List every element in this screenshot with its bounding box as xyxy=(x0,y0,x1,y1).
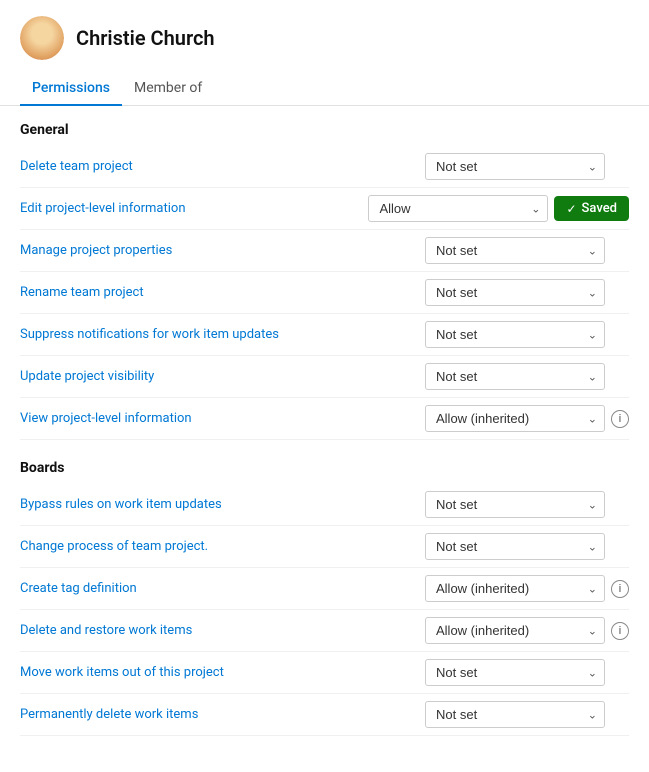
avatar xyxy=(20,16,64,60)
user-name: Christie Church xyxy=(76,26,215,50)
permission-label-manage-project-props[interactable]: Manage project properties xyxy=(20,243,417,258)
row-right: Not set Allow Deny Allow (inherited) ⌄ xyxy=(425,533,629,560)
permission-row-suppress-notifications: Suppress notifications for work item upd… xyxy=(20,314,629,356)
section-boards-title: Boards xyxy=(20,460,629,476)
row-right: Not set Allow Deny Allow (inherited) ⌄ xyxy=(425,363,629,390)
permission-label-view-project-level[interactable]: View project-level information xyxy=(20,411,417,426)
permission-label-permanently-delete[interactable]: Permanently delete work items xyxy=(20,707,417,722)
row-right: Not set Allow Deny Allow (inherited) ⌄ xyxy=(425,321,629,348)
info-placeholder xyxy=(611,242,629,260)
select-suppress-notifications[interactable]: Not set Allow Deny Allow (inherited) xyxy=(425,321,605,348)
info-placeholder xyxy=(611,496,629,514)
permission-label-move-work-items[interactable]: Move work items out of this project xyxy=(20,665,417,680)
permission-row-change-process: Change process of team project. Not set … xyxy=(20,526,629,568)
select-update-project-visibility[interactable]: Not set Allow Deny Allow (inherited) xyxy=(425,363,605,390)
saved-badge: ✓ Saved xyxy=(554,196,629,221)
tab-member-of[interactable]: Member of xyxy=(122,72,214,106)
row-right: Not set Allow Deny Allow (inherited) ⌄ xyxy=(425,701,629,728)
check-icon: ✓ xyxy=(566,202,576,216)
select-wrapper: Not set Allow Deny Allow (inherited) ⌄ xyxy=(425,237,605,264)
permission-label-change-process[interactable]: Change process of team project. xyxy=(20,539,417,554)
row-right: Not set Allow Deny Allow (inherited) ⌄ xyxy=(425,153,629,180)
info-placeholder xyxy=(611,368,629,386)
select-edit-project-level[interactable]: Not set Allow Deny Allow (inherited) xyxy=(368,195,548,222)
permission-label-create-tag[interactable]: Create tag definition xyxy=(20,581,417,596)
info-placeholder xyxy=(611,284,629,302)
main-content: General Delete team project Not set Allo… xyxy=(0,106,649,772)
permission-row-manage-project-props: Manage project properties Not set Allow … xyxy=(20,230,629,272)
select-wrapper: Not set Allow Deny Allow (inherited) ⌄ xyxy=(425,153,605,180)
permission-row-bypass-rules: Bypass rules on work item updates Not se… xyxy=(20,484,629,526)
permission-label-edit-project-level[interactable]: Edit project-level information xyxy=(20,201,360,216)
permission-row-permanently-delete: Permanently delete work items Not set Al… xyxy=(20,694,629,736)
section-general: General Delete team project Not set Allo… xyxy=(20,122,629,440)
row-right: Not set Allow Deny Allow (inherited) ⌄ i xyxy=(425,575,629,602)
section-general-title: General xyxy=(20,122,629,138)
select-change-process[interactable]: Not set Allow Deny Allow (inherited) xyxy=(425,533,605,560)
info-placeholder xyxy=(611,706,629,724)
select-wrapper: Not set Allow Deny Allow (inherited) ⌄ xyxy=(425,617,605,644)
row-right: Not set Allow Deny Allow (inherited) ⌄ i xyxy=(425,617,629,644)
info-icon[interactable]: i xyxy=(611,622,629,640)
select-delete-team-project[interactable]: Not set Allow Deny Allow (inherited) xyxy=(425,153,605,180)
permission-label-rename-team-project[interactable]: Rename team project xyxy=(20,285,417,300)
permission-row-view-project-level: View project-level information Not set A… xyxy=(20,398,629,440)
select-wrapper: Not set Allow Deny Allow (inherited) ⌄ xyxy=(425,363,605,390)
select-create-tag[interactable]: Not set Allow Deny Allow (inherited) xyxy=(425,575,605,602)
info-placeholder xyxy=(611,326,629,344)
select-delete-restore[interactable]: Not set Allow Deny Allow (inherited) xyxy=(425,617,605,644)
row-right: Not set Allow Deny Allow (inherited) ⌄ xyxy=(425,659,629,686)
select-wrapper: Not set Allow Deny Allow (inherited) ⌄ xyxy=(368,195,548,222)
permission-label-update-project-visibility[interactable]: Update project visibility xyxy=(20,369,417,384)
select-view-project-level[interactable]: Not set Allow Deny Allow (inherited) xyxy=(425,405,605,432)
select-move-work-items[interactable]: Not set Allow Deny Allow (inherited) xyxy=(425,659,605,686)
select-wrapper: Not set Allow Deny Allow (inherited) ⌄ xyxy=(425,279,605,306)
select-wrapper: Not set Allow Deny Allow (inherited) ⌄ xyxy=(425,321,605,348)
select-permanently-delete[interactable]: Not set Allow Deny Allow (inherited) xyxy=(425,701,605,728)
permission-label-suppress-notifications[interactable]: Suppress notifications for work item upd… xyxy=(20,327,417,342)
info-icon[interactable]: i xyxy=(611,410,629,428)
info-icon[interactable]: i xyxy=(611,580,629,598)
permission-row-edit-project-level: Edit project-level information Not set A… xyxy=(20,188,629,230)
tab-permissions[interactable]: Permissions xyxy=(20,72,122,106)
select-wrapper: Not set Allow Deny Allow (inherited) ⌄ xyxy=(425,405,605,432)
info-placeholder xyxy=(611,664,629,682)
permission-row-move-work-items: Move work items out of this project Not … xyxy=(20,652,629,694)
permission-label-delete-restore[interactable]: Delete and restore work items xyxy=(20,623,417,638)
permission-label-delete-team-project[interactable]: Delete team project xyxy=(20,159,417,174)
permission-row-create-tag: Create tag definition Not set Allow Deny… xyxy=(20,568,629,610)
row-right: Not set Allow Deny Allow (inherited) ⌄ xyxy=(425,279,629,306)
select-manage-project-props[interactable]: Not set Allow Deny Allow (inherited) xyxy=(425,237,605,264)
row-right: Not set Allow Deny Allow (inherited) ⌄ xyxy=(425,491,629,518)
permission-label-bypass-rules[interactable]: Bypass rules on work item updates xyxy=(20,497,417,512)
select-wrapper: Not set Allow Deny Allow (inherited) ⌄ xyxy=(425,491,605,518)
info-placeholder xyxy=(611,158,629,176)
info-placeholder xyxy=(611,538,629,556)
select-wrapper: Not set Allow Deny Allow (inherited) ⌄ xyxy=(425,533,605,560)
select-wrapper: Not set Allow Deny Allow (inherited) ⌄ xyxy=(425,575,605,602)
page-header: Christie Church xyxy=(0,0,649,60)
saved-label: Saved xyxy=(582,201,617,216)
row-right: Not set Allow Deny Allow (inherited) ⌄ ✓… xyxy=(368,195,629,222)
row-right: Not set Allow Deny Allow (inherited) ⌄ xyxy=(425,237,629,264)
select-wrapper: Not set Allow Deny Allow (inherited) ⌄ xyxy=(425,701,605,728)
select-wrapper: Not set Allow Deny Allow (inherited) ⌄ xyxy=(425,659,605,686)
permission-row-delete-team-project: Delete team project Not set Allow Deny A… xyxy=(20,146,629,188)
select-bypass-rules[interactable]: Not set Allow Deny Allow (inherited) xyxy=(425,491,605,518)
permission-row-rename-team-project: Rename team project Not set Allow Deny A… xyxy=(20,272,629,314)
row-right: Not set Allow Deny Allow (inherited) ⌄ i xyxy=(425,405,629,432)
permission-row-delete-restore: Delete and restore work items Not set Al… xyxy=(20,610,629,652)
select-rename-team-project[interactable]: Not set Allow Deny Allow (inherited) xyxy=(425,279,605,306)
tab-bar: Permissions Member of xyxy=(0,72,649,106)
permission-row-update-project-visibility: Update project visibility Not set Allow … xyxy=(20,356,629,398)
